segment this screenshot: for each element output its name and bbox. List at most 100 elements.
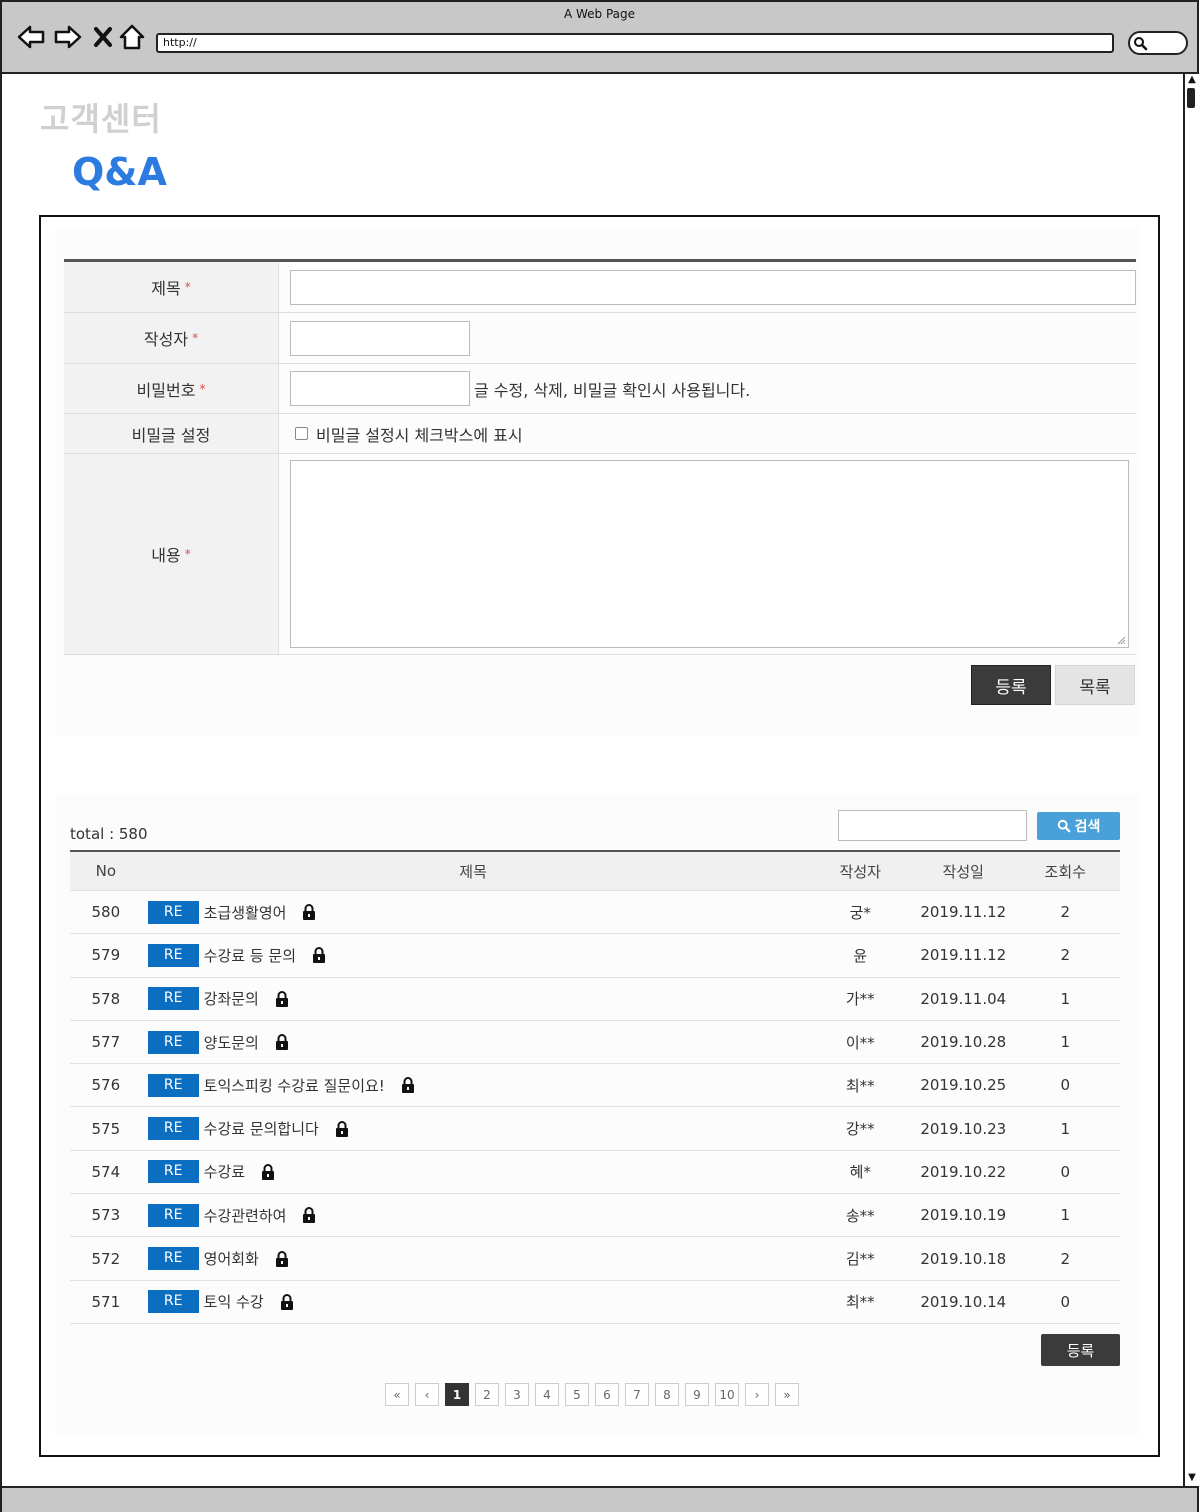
row-title[interactable]: RE 양도문의: [142, 1030, 805, 1054]
window-title: A Web Page: [563, 7, 636, 21]
url-bar[interactable]: http://: [156, 33, 1114, 53]
page-link[interactable]: «: [385, 1383, 409, 1406]
row-number: 574: [91, 1162, 121, 1181]
secret-label: 비밀글 설정: [64, 414, 279, 453]
content-textarea[interactable]: [290, 460, 1129, 648]
row-title-text[interactable]: 수강료 등 문의: [204, 945, 296, 966]
title-label: 제목 *: [64, 262, 279, 312]
table-row[interactable]: 573 RE 수강관련하여 송** 2019.10.19 1: [70, 1194, 1120, 1238]
row-title-text[interactable]: 양도문의: [204, 1032, 259, 1053]
table-row[interactable]: 577 RE 양도문의 이** 2019.10.28 1: [70, 1021, 1120, 1065]
title-input[interactable]: [290, 269, 1136, 305]
page-link[interactable]: ‹: [415, 1383, 439, 1406]
row-title[interactable]: RE 수강관련하여: [142, 1203, 805, 1227]
pagination: « ‹ 1 2 3 4 5 6 7 8 9 10 › »: [385, 1383, 799, 1406]
row-author: 혜*: [849, 1163, 871, 1182]
row-views: 1: [1060, 1119, 1071, 1138]
row-title[interactable]: RE 수강료 등 문의: [142, 943, 805, 967]
home-icon[interactable]: [117, 22, 147, 52]
scroll-thumb[interactable]: [1187, 88, 1195, 108]
table-row[interactable]: 574 RE 수강료 혜* 2019.10.22 0: [70, 1151, 1120, 1195]
page-link[interactable]: 5: [565, 1383, 589, 1406]
scroll-up-icon[interactable]: ▲: [1185, 74, 1199, 85]
row-number: 576: [91, 1076, 121, 1095]
form-row-secret: 비밀글 설정 비밀글 설정시 체크박스에 표시: [64, 414, 1136, 454]
table-row[interactable]: 576 RE 토익스피킹 수강료 질문이요! 최** 2019.10.25 0: [70, 1064, 1120, 1108]
row-title[interactable]: RE 토익스피킹 수강료 질문이요!: [142, 1073, 805, 1097]
row-title[interactable]: RE 강좌문의: [142, 987, 805, 1011]
scroll-down-icon[interactable]: ▼: [1185, 1472, 1199, 1483]
row-title-text[interactable]: 토익스피킹 수강료 질문이요!: [204, 1075, 385, 1096]
page-link[interactable]: 4: [535, 1383, 559, 1406]
author-label: 작성자 *: [64, 313, 279, 363]
row-date: 2019.10.23: [920, 1119, 1007, 1138]
submit-button[interactable]: 등록: [971, 665, 1051, 705]
vertical-scrollbar[interactable]: ▲ ▼: [1183, 74, 1199, 1486]
lock-icon: [302, 1207, 316, 1224]
page-link[interactable]: 1: [445, 1383, 469, 1406]
row-title[interactable]: RE 초급생활영어: [142, 900, 805, 924]
row-title-text[interactable]: 영어회화: [204, 1248, 259, 1269]
row-title[interactable]: RE 수강료: [142, 1160, 805, 1184]
search-button[interactable]: 검색: [1037, 812, 1120, 840]
row-title[interactable]: RE 영어회화: [142, 1247, 805, 1271]
required-mark: *: [184, 547, 191, 561]
page-link[interactable]: 8: [655, 1383, 679, 1406]
row-date: 2019.10.25: [920, 1076, 1007, 1095]
row-date: 2019.10.19: [920, 1206, 1007, 1225]
forward-arrow-icon[interactable]: [53, 22, 83, 52]
table-row[interactable]: 579 RE 수강료 등 문의 윤 2019.11.12 2: [70, 934, 1120, 978]
re-badge: RE: [147, 1160, 199, 1184]
re-badge: RE: [147, 1030, 199, 1054]
row-title-text[interactable]: 토익 수강: [204, 1291, 264, 1312]
row-date: 2019.10.22: [920, 1162, 1007, 1181]
row-views: 0: [1060, 1292, 1071, 1311]
table-row[interactable]: 580 RE 초급생활영어 궁* 2019.11.12 2: [70, 891, 1120, 935]
page-link[interactable]: ›: [745, 1383, 769, 1406]
row-views: 1: [1060, 1206, 1071, 1225]
row-title-text[interactable]: 강좌문의: [204, 988, 259, 1009]
table-row[interactable]: 575 RE 수강료 문의합니다 강** 2019.10.23 1: [70, 1107, 1120, 1151]
lock-icon: [302, 904, 316, 921]
form-row-content: 내용 *: [64, 454, 1136, 655]
row-date: 2019.11.12: [920, 946, 1007, 965]
row-date: 2019.10.14: [920, 1292, 1007, 1311]
register-button[interactable]: 등록: [1041, 1334, 1120, 1366]
required-mark: *: [184, 280, 191, 294]
list-button[interactable]: 목록: [1055, 665, 1135, 705]
page-link[interactable]: »: [775, 1383, 799, 1406]
page-link[interactable]: 3: [505, 1383, 529, 1406]
page-link[interactable]: 6: [595, 1383, 619, 1406]
search-input[interactable]: [838, 810, 1027, 841]
page-link[interactable]: 10: [715, 1383, 739, 1406]
row-author: 이**: [845, 1033, 875, 1052]
re-badge: RE: [147, 987, 199, 1011]
table-row[interactable]: 578 RE 강좌문의 가** 2019.11.04 1: [70, 978, 1120, 1021]
lock-icon: [275, 1250, 289, 1267]
row-author: 최**: [845, 1293, 875, 1312]
secret-checkbox[interactable]: [295, 427, 308, 440]
password-input[interactable]: [290, 371, 470, 406]
page-link[interactable]: 9: [685, 1383, 709, 1406]
back-arrow-icon[interactable]: [16, 22, 46, 52]
row-title-text[interactable]: 수강료 문의합니다: [204, 1118, 319, 1139]
row-title-text[interactable]: 초급생활영어: [204, 902, 287, 923]
page-link[interactable]: 7: [625, 1383, 649, 1406]
table-row[interactable]: 571 RE 토익 수강 최** 2019.10.14 0: [70, 1281, 1120, 1324]
form-row-title: 제목 *: [64, 262, 1136, 313]
row-title[interactable]: RE 토익 수강: [142, 1290, 805, 1314]
resize-grip-icon[interactable]: [1116, 635, 1126, 645]
row-title[interactable]: RE 수강료 문의합니다: [142, 1117, 805, 1141]
row-date: 2019.10.18: [920, 1249, 1007, 1268]
row-number: 571: [91, 1292, 121, 1311]
row-title-text[interactable]: 수강료: [204, 1161, 245, 1182]
row-title-text[interactable]: 수강관련하여: [204, 1205, 287, 1226]
close-x-icon[interactable]: [88, 22, 118, 52]
lock-icon: [275, 990, 289, 1007]
column-header: 작성자: [839, 862, 881, 881]
author-input[interactable]: [290, 320, 470, 356]
browser-search-field[interactable]: [1128, 31, 1188, 55]
page-link[interactable]: 2: [475, 1383, 499, 1406]
row-number: 578: [91, 989, 121, 1008]
table-row[interactable]: 572 RE 영어회화 김** 2019.10.18 2: [70, 1237, 1120, 1281]
